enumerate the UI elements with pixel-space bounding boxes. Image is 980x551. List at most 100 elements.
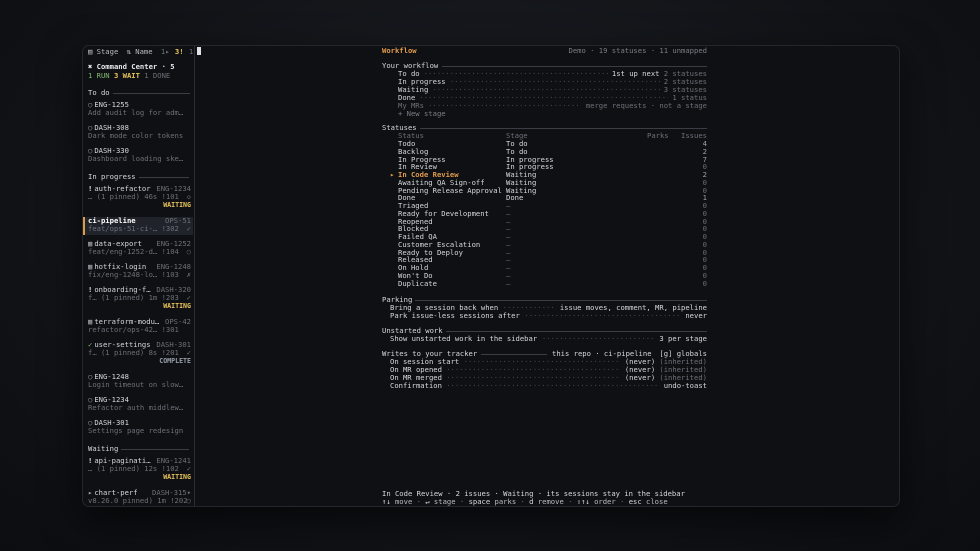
sidebar-item[interactable]: ○ ENG-1248 Login timeout on slow… [83, 373, 193, 391]
parking-setting-row[interactable]: Park issue-less sessions after never ·····… [382, 312, 707, 320]
status-row[interactable]: Duplicate — 0 [382, 278, 707, 288]
setting-value: never [685, 311, 707, 320]
stage-value: 1st up next [611, 69, 660, 78]
sidebar-item-detail: Dark mode color tokens [88, 131, 184, 140]
sidebar-item-subtitle: feat/eng-1252-d… !104 ○ [88, 248, 193, 256]
separator: · [563, 497, 577, 506]
dot-leader: ········································… [428, 102, 581, 110]
sidebar-item-detail: refactor/ops-42… !301 [88, 325, 179, 334]
status-stage: — [506, 278, 511, 288]
sidebar-item-subtitle: v8.26.0 pinned) 1m !202 ○ [88, 497, 193, 505]
sidebar-item[interactable]: ! auth-refactor ENG-1234… (1 pinned) 46s !… [83, 185, 193, 211]
key-hint: space [468, 497, 491, 506]
section-divider [121, 448, 190, 450]
sidebar-item[interactable]: ○ ENG-1255 Add audit log for adm… [83, 101, 193, 119]
statuses-table-header: Status Stage Parks Issues [382, 132, 707, 140]
new-stage-button[interactable]: + New stage [382, 110, 707, 118]
sidebar-item[interactable]: ! onboarding-f… DASH-320 f… (1 pinned) 1m !… [83, 286, 193, 312]
setting-value: undo-toast [663, 381, 707, 390]
sidebar-item-subtitle: Refactor auth middlew… [88, 404, 193, 412]
pipeline-status-icon: ✓ [186, 293, 191, 302]
sidebar-item-subtitle: f… (1 pinned) 1m !203 ✓ [88, 294, 193, 302]
sidebar-section-header: In progress [88, 173, 191, 181]
sidebar-item-subtitle: f… (1 pinned) 8s !201 ✓ [88, 349, 193, 357]
sidebar-item[interactable]: ✓ user-settings DASH-301 f… (1 pinned) 8s !… [83, 341, 193, 367]
dot-leader: ········································… [449, 78, 660, 86]
sidebar-item-subtitle: Add audit log for adm… [88, 109, 193, 117]
sidebar-item[interactable]: ▦ hotfix-login ENG-1248 fix/eng-1248-lo… !1… [83, 263, 193, 281]
key-hint: ⇧↑↓ [576, 497, 590, 506]
terminal-window: ▤ Stage ⇅ Name 1▸ 3! 1✓ ✖ Command Center… [82, 45, 900, 507]
pipeline-status-icon: ◇ [186, 192, 191, 201]
running-count: 1▸ [160, 47, 170, 56]
unstarted-setting-row[interactable]: Show unstarted work in the sidebar 3 per … [382, 335, 707, 343]
section-title: To do [88, 88, 110, 97]
sidebar-item-subtitle: Login timeout on slow… [88, 381, 193, 389]
sidebar-section-header: To do [88, 89, 191, 97]
key-description: move [390, 497, 413, 506]
workflow-stage-row[interactable]: Waiting 3 statuses ·······················… [382, 86, 707, 94]
workflow-stage-row[interactable]: In progress 2 statuses ···················… [382, 78, 707, 86]
done-total: 1 DONE [144, 71, 171, 80]
section-divider [445, 331, 707, 332]
sidebar-item-subtitle: Settings page redesign [88, 427, 193, 435]
sidebar-item[interactable]: ▦ data-export ENG-1252 feat/eng-1252-d… !10… [83, 240, 193, 258]
tracker-setting-row[interactable]: Confirmation undo-toast ··················… [382, 382, 707, 390]
sidebar-item-subtitle: refactor/ops-42… !301 [88, 326, 193, 334]
setting-label: Park issue-less sessions after [390, 311, 520, 320]
section-title: In progress [88, 172, 136, 181]
pipeline-status-icon: ○ [186, 247, 191, 256]
sidebar-section-header: Waiting [88, 445, 191, 453]
sidebar-item-detail: Login timeout on slow… [88, 380, 184, 389]
sidebar-item[interactable]: ○ DASH-308 Dark mode color tokens [83, 124, 193, 142]
section-divider [138, 176, 190, 178]
sidebar-item-detail: Add audit log for adm… [88, 108, 184, 117]
setting-label: Confirmation [390, 381, 442, 390]
sidebar-item[interactable]: ○ DASH-330 Dashboard loading ske… [83, 147, 193, 165]
done-count: 1✓ [188, 47, 194, 56]
separator: · [516, 497, 530, 506]
sidebar-item-subtitle: Dark mode color tokens [88, 132, 193, 140]
section-divider [419, 128, 707, 129]
text-cursor [197, 47, 201, 55]
key-description: close [641, 497, 668, 506]
sidebar-toolbar: ▤ Stage ⇅ Name 1▸ 3! 1✓ [88, 47, 194, 57]
sidebar-item[interactable]: ▸ chart-perf DASH-315▾ v8.26.0 pinned) 1m !… [83, 489, 193, 506]
sidebar-item-detail: feat/ops-51-ci-… !302 [88, 224, 179, 233]
section-title: Waiting [88, 444, 119, 453]
sidebar-item-subtitle: … (1 pinned) 46s !101 ◇ [88, 193, 193, 201]
parks-column-header: Parks [647, 131, 669, 140]
keybinding-hints: ↑↓ move · ↵ stage · space parks · d remo… [382, 498, 668, 506]
stage-sort-button[interactable]: ▤ Stage [88, 47, 118, 56]
sidebar-item[interactable]: ci-pipeline OPS-51 feat/ops-51-ci-… !302 ✓ [83, 217, 193, 235]
key-hint: ↑↓ [382, 497, 391, 506]
key-description: order [589, 497, 616, 506]
dot-leader: ········································… [446, 374, 621, 382]
dot-leader: ········································… [446, 366, 621, 374]
section-divider [415, 300, 707, 301]
status-badge: WAITING [163, 473, 191, 481]
section-divider [480, 354, 547, 355]
sidebar-item[interactable]: ○ DASH-301 Settings page redesign [83, 419, 193, 437]
page-title: Workflow [382, 46, 417, 55]
key-description: parks [490, 497, 517, 506]
command-center[interactable]: ✖ Command Center · 5 1 RUN 3 WAIT 1 DONE [88, 62, 175, 80]
sidebar-item-subtitle: fix/eng-1248-lo… !103 ✗ [88, 271, 193, 279]
status-badge: WAITING [163, 201, 191, 209]
setting-label: Show unstarted work in the sidebar [390, 334, 538, 343]
section-divider [112, 92, 190, 94]
sidebar-item-detail: Dashboard loading ske… [88, 154, 184, 163]
dot-leader: ········································… [446, 382, 659, 390]
sidebar-item[interactable]: ▦ terraform-modu… OPS-42 refactor/ops-42… !… [83, 318, 193, 336]
sidebar-item-detail: f… (1 pinned) 8s !201 [88, 348, 179, 357]
pipeline-status-icon: ✓ [186, 224, 191, 233]
sidebar-item[interactable]: ! api-paginati… ENG-1241… (1 pinned) 12s !… [83, 457, 193, 483]
section-divider [441, 66, 707, 67]
key-description: stage [429, 497, 456, 506]
status-badge: COMPLETE [159, 357, 191, 365]
status-badge: WAITING [163, 302, 191, 310]
name-sort-button[interactable]: ⇅ Name [127, 47, 153, 56]
sidebar-item[interactable]: ○ ENG-1234 Refactor auth middlew… [83, 396, 193, 414]
sidebar-item-detail: f… (1 pinned) 1m !203 [88, 293, 179, 302]
pipeline-status-icon: ✗ [186, 270, 191, 279]
